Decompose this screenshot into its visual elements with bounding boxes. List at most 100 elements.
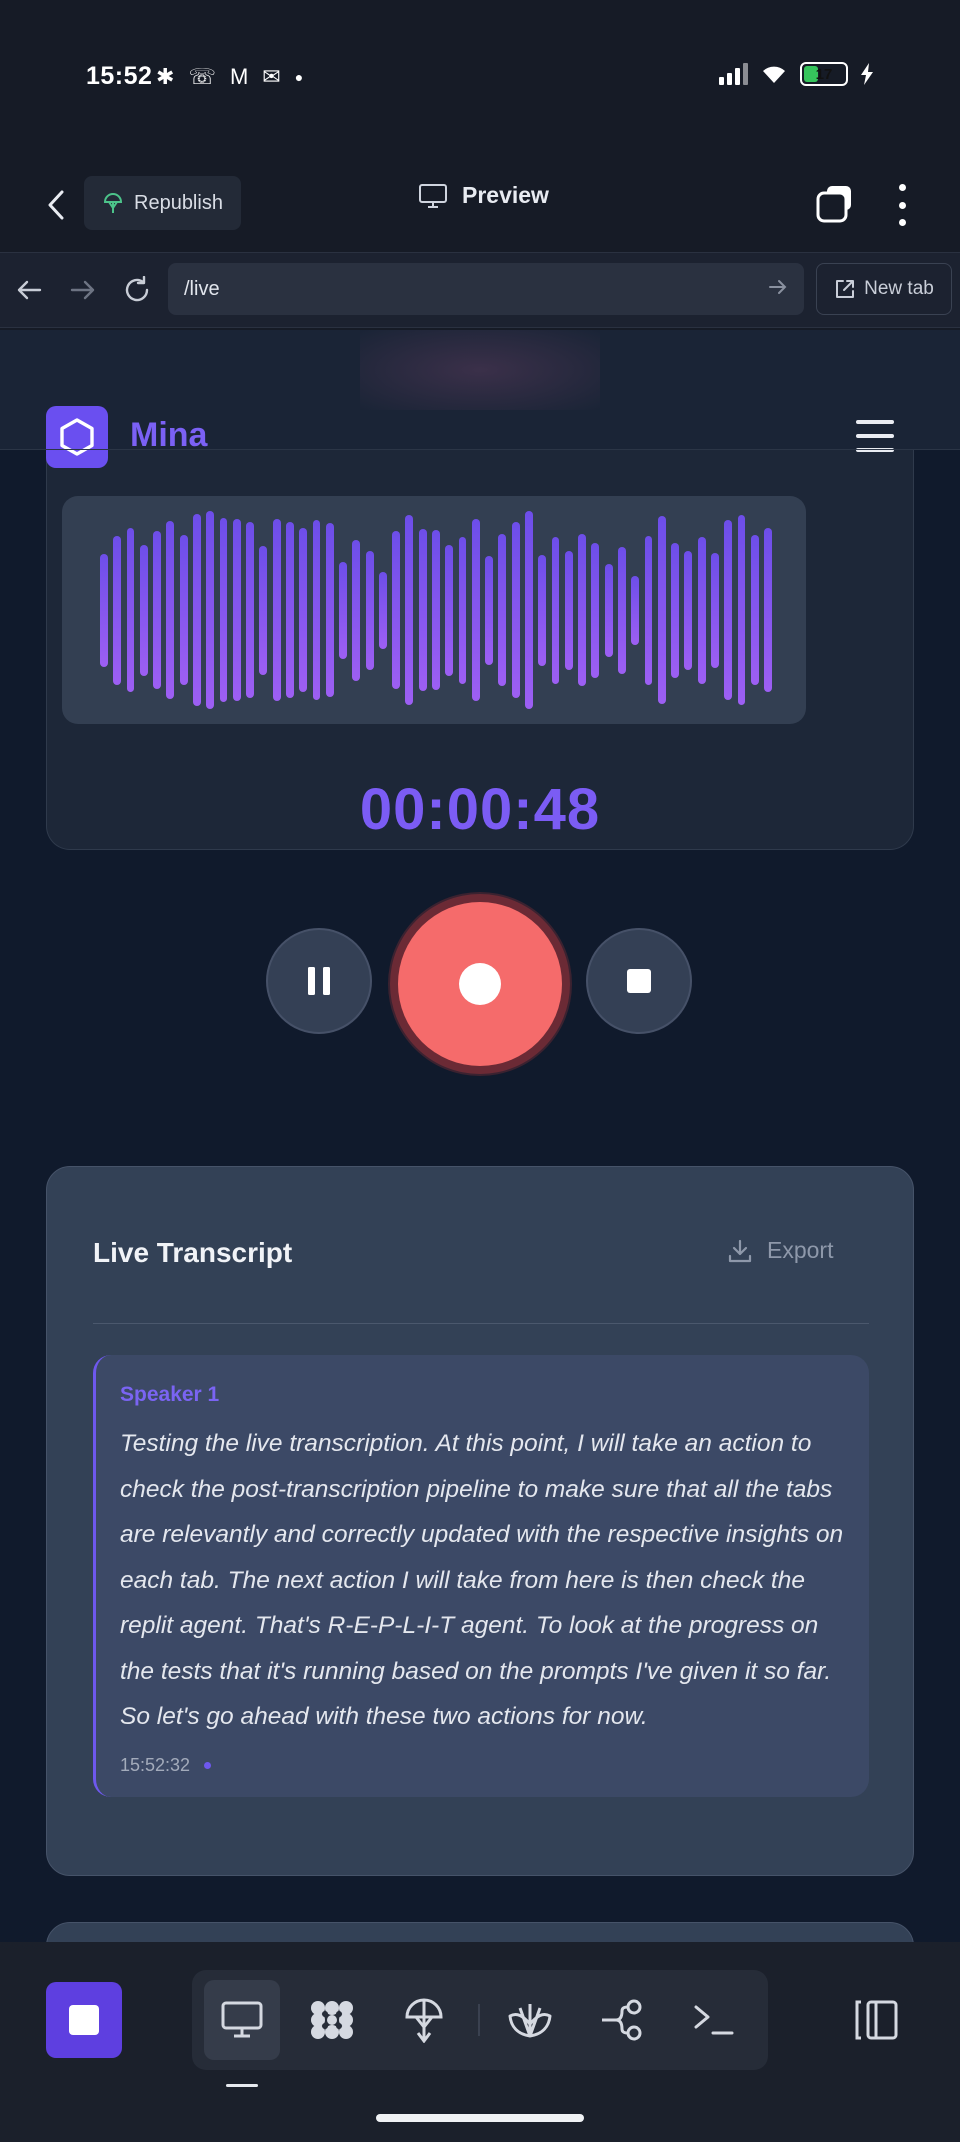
- mail-icon: ✉: [262, 64, 281, 89]
- tabs-button[interactable]: [815, 184, 855, 224]
- export-button[interactable]: Export: [727, 1237, 833, 1264]
- stop-app-button[interactable]: [46, 1982, 122, 2058]
- record-dot-icon: [459, 963, 501, 1005]
- waveform-bar: [485, 555, 494, 665]
- wifi-icon: [763, 66, 785, 83]
- download-icon: [728, 1239, 752, 1262]
- republish-button[interactable]: Republish: [84, 176, 241, 230]
- waveform-bar: [219, 518, 228, 702]
- next-card: [46, 1922, 914, 1942]
- waveform-bar: [166, 521, 175, 699]
- desktop-icon[interactable]: [204, 1980, 280, 2060]
- arrow-left-icon: [17, 280, 42, 300]
- waveform-bar: [153, 531, 162, 689]
- waveform-bar: [498, 534, 507, 686]
- waveform-bar: [405, 515, 414, 705]
- preview-title[interactable]: Preview: [418, 182, 549, 209]
- waveform-bar: [232, 519, 241, 701]
- git-icon[interactable]: [584, 1980, 660, 2060]
- signal-icon: [719, 63, 748, 85]
- status-time: 15:52: [86, 62, 153, 90]
- waveform-bar: [192, 514, 201, 706]
- browser-back-button[interactable]: [12, 273, 46, 307]
- waveform-bar: [246, 522, 254, 698]
- pause-button[interactable]: [266, 928, 372, 1034]
- deploy-icon: [103, 193, 123, 213]
- waveform-bar: [657, 516, 666, 704]
- menu-icon[interactable]: [856, 420, 894, 452]
- apps-icon[interactable]: [294, 1980, 370, 2060]
- notification-icons: ✱ ☏ M ✉ ●: [156, 64, 303, 90]
- waveform: [62, 496, 806, 724]
- waveform-bar: [206, 511, 215, 709]
- browser-forward-button[interactable]: [66, 273, 100, 307]
- active-indicator: [226, 2084, 258, 2087]
- waveform-bar: [100, 553, 108, 667]
- republish-label: Republish: [134, 191, 223, 214]
- bottom-toolbar: [0, 1942, 960, 2142]
- battery-level: 17: [815, 65, 833, 83]
- transcript-title: Live Transcript: [93, 1237, 293, 1268]
- transcript-entry: Speaker 1 Testing the live transcription…: [93, 1355, 869, 1797]
- brand-logo[interactable]: [46, 406, 108, 468]
- speaker-label: Speaker 1: [120, 1383, 220, 1406]
- app-bar: Republish Preview: [0, 160, 960, 250]
- missed-call-icon: ☏: [188, 64, 216, 89]
- status-bar: 15:52 ✱ ☏ M ✉ ● 17: [0, 0, 960, 155]
- tabs-icon: [816, 186, 851, 223]
- waveform-bar: [724, 520, 733, 700]
- waveform-bar: [564, 550, 573, 670]
- side-panel-icon[interactable]: [852, 1998, 900, 2042]
- new-tab-label: New tab: [864, 278, 934, 299]
- waveform-bar: [644, 535, 653, 685]
- waveform-bar: [591, 542, 600, 678]
- go-arrow-icon[interactable]: [768, 277, 788, 297]
- waveform-bar: [697, 536, 706, 684]
- waveform-bar: [538, 554, 547, 666]
- export-label: Export: [767, 1237, 834, 1263]
- stop-square-icon: [69, 2005, 99, 2035]
- record-button[interactable]: [398, 902, 562, 1066]
- preview-label: Preview: [462, 182, 549, 208]
- waveform-bar: [179, 535, 188, 685]
- waveform-bar: [631, 575, 640, 645]
- battery-icon: 17: [800, 62, 848, 86]
- waveform-bar: [525, 511, 533, 709]
- stop-button[interactable]: [586, 928, 692, 1034]
- waveform-bar: [445, 544, 454, 676]
- waveform-bar: [352, 539, 361, 681]
- waveform-bar: [684, 550, 693, 670]
- chevron-left-icon: [48, 190, 64, 220]
- deploy-tool-icon[interactable]: [386, 1980, 462, 2060]
- waveform-bar: [617, 546, 626, 674]
- waveform-bar: [458, 536, 467, 684]
- waveform-bar: [325, 523, 334, 697]
- waveform-bar: [126, 528, 135, 692]
- back-button[interactable]: [38, 182, 74, 228]
- new-tab-button[interactable]: New tab: [816, 263, 952, 315]
- external-link-icon: [836, 280, 855, 298]
- waveform-bar: [339, 561, 347, 659]
- waveform-bar: [259, 545, 268, 675]
- reload-icon: [125, 276, 149, 302]
- waveform-bar: [418, 529, 427, 691]
- gmail-icon: M: [229, 64, 249, 89]
- web-viewport: Mina 00:00:48 Live Transcript Export Spe…: [0, 330, 960, 1942]
- charging-icon: [861, 63, 873, 85]
- dot-icon: ●: [294, 69, 304, 85]
- waveform-bars: [100, 496, 772, 724]
- console-icon[interactable]: [676, 1980, 752, 2060]
- url-input[interactable]: /live: [168, 263, 804, 315]
- waveform-bar: [710, 552, 719, 668]
- transcript-card: Live Transcript Export Speaker 1 Testing…: [46, 1166, 914, 1876]
- waveform-bar: [312, 520, 321, 700]
- tool-group: [192, 1970, 768, 2070]
- reload-button[interactable]: [120, 273, 154, 307]
- shell-icon[interactable]: [492, 1980, 568, 2060]
- url-text: /live: [184, 277, 220, 300]
- recording-timer: 00:00:48: [359, 777, 601, 842]
- waveform-bar: [604, 563, 613, 657]
- slack-icon: ✱: [156, 64, 175, 89]
- live-dot-icon: [204, 1762, 212, 1769]
- more-options-icon[interactable]: [888, 184, 916, 226]
